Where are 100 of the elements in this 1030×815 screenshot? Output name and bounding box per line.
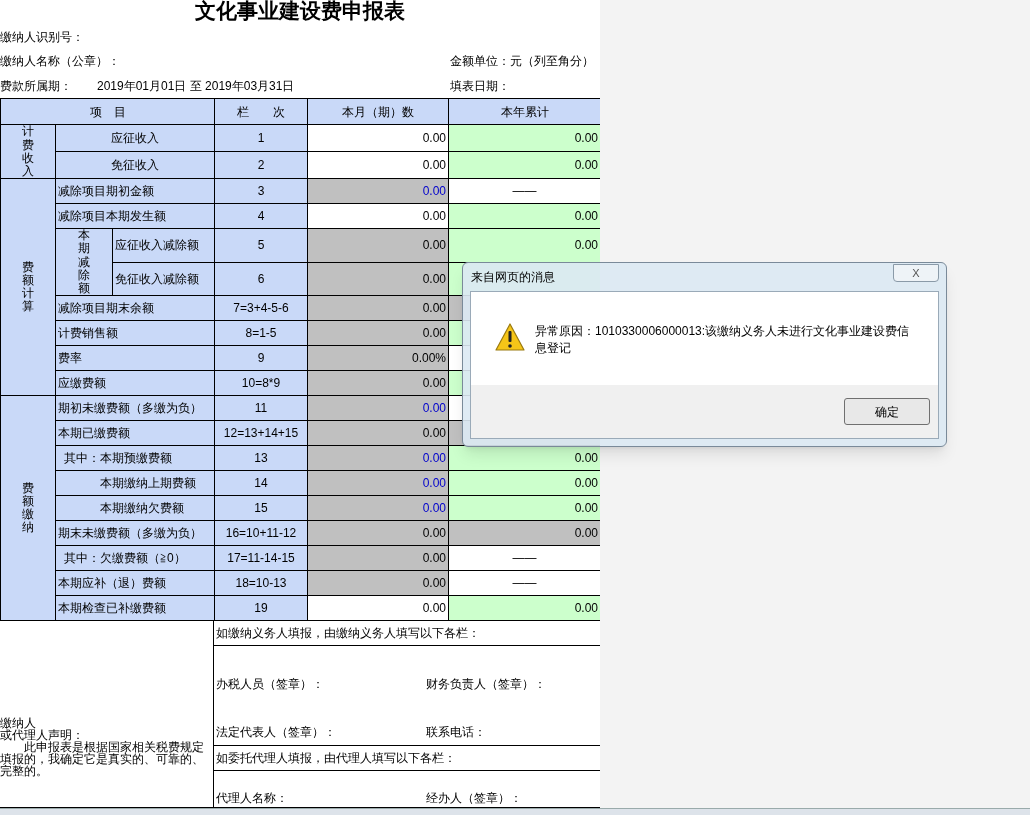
row-label: 期初未缴费额（多缴为负） (55, 395, 215, 421)
field-value: 2019年01月01日 至 2019年03月31日 (97, 79, 295, 94)
table-cell: 7=3+4-5-6 (214, 295, 308, 321)
table-cell: 0.00 (307, 495, 449, 521)
declaration-heading: 缴纳人 (0, 717, 36, 729)
field-label: 填表日期： (450, 79, 510, 94)
row-label: 费率 (55, 345, 215, 371)
row-label: 计费销售额 (55, 320, 215, 346)
warning-icon (495, 323, 525, 351)
column-header: 栏 次 (214, 98, 308, 125)
table-cell: 0.00 (448, 124, 600, 152)
dialog-message: 异常原因：1010330006000013:该缴纳义务人未进行文化事业建设费信息登记 (535, 323, 911, 357)
signature-label: 联系电话： (426, 724, 486, 742)
table-cell: 0.00 (307, 295, 449, 321)
table-cell: 2 (214, 151, 308, 179)
table-cell: 0.00 (307, 570, 449, 596)
row-label: 其中：欠缴费额（≧0） (55, 545, 215, 571)
declaration-heading: 或代理人声明： (0, 729, 84, 741)
table-cell: —— (448, 545, 600, 571)
input-field[interactable]: 0.00 (307, 124, 449, 152)
section-title: 费额计算 (22, 260, 34, 314)
table-cell: 0.00 (448, 495, 600, 521)
row-label: 本期检查已补缴费额 (55, 595, 215, 621)
table-cell: 3 (214, 178, 308, 204)
row-label: 其中：本期预缴费额 (55, 445, 215, 471)
table-cell: 12=13+14+15 (214, 420, 308, 446)
table-cell: 0.00 (448, 470, 600, 496)
table-cell: 0.00 (307, 395, 449, 421)
row-label: 减除项目期末余额 (55, 295, 215, 321)
row-label: 本期应补（退）费额 (55, 570, 215, 596)
input-field[interactable]: 0.00 (307, 203, 449, 229)
row-label: 期末未缴费额（多缴为负） (55, 520, 215, 546)
column-header: 项 目 (0, 98, 215, 125)
field-label: 金额单位：元（列至角分） (450, 54, 594, 69)
input-field[interactable]: 0.00 (307, 595, 449, 621)
table-cell: 9 (214, 345, 308, 371)
table-cell: 5 (214, 228, 308, 263)
table-cell: 0.00 (448, 203, 600, 229)
row-label: 本期缴纳上期费额 (55, 470, 215, 496)
table-cell: —— (448, 570, 600, 596)
table-cell: 1 (214, 124, 308, 152)
table-cell: 0.00 (307, 545, 449, 571)
table-cell: 0.00 (448, 228, 600, 263)
close-button[interactable]: X (893, 264, 939, 282)
table-cell: 19 (214, 595, 308, 621)
table-cell: 0.00 (448, 595, 600, 621)
table-cell: 0.00 (307, 470, 449, 496)
signature-label: 法定代表人（签章）： (216, 724, 337, 742)
section-title: 计费收入 (22, 125, 34, 179)
table-cell: 14 (214, 470, 308, 496)
section-heading: 如缴纳义务人填报，由缴纳义务人填写以下各栏： (214, 621, 600, 647)
table-cell: 0.00 (307, 228, 449, 263)
column-header: 本年累计 (448, 98, 600, 125)
column-header: 本月（期）数 (307, 98, 449, 125)
row-label: 应缴费额 (55, 370, 215, 396)
signature-label: 财务负责人（签章）： (426, 676, 546, 694)
table-cell: 11 (214, 395, 308, 421)
table-cell: 6 (214, 262, 308, 296)
table-cell: 0.00 (307, 420, 449, 446)
dialog-title: 来自网页的消息 (470, 269, 555, 286)
table-cell: 0.00 (307, 320, 449, 346)
table-cell: 17=11-14-15 (214, 545, 308, 571)
declaration-text: 此申报表是根据国家相关税费规定填报的，我确定它是真实的、可靠的、完整的。 (0, 741, 205, 777)
table-cell: 0.00 (307, 520, 449, 546)
row-label: 减除项目本期发生额 (55, 203, 215, 229)
section-heading: 如委托代理人填报，由代理人填写以下各栏： (214, 746, 600, 772)
group-title: 本期减除额 (78, 229, 90, 296)
table-cell: 15 (214, 495, 308, 521)
signature-label: 代理人名称： (216, 790, 289, 807)
table-cell: 0.00 (307, 178, 449, 204)
form-title: 文化事业建设费申报表 (194, 0, 406, 25)
row-label: 免征收入 (55, 151, 215, 179)
table-cell: 0.00% (307, 345, 449, 371)
row-label: 免征收入减除额 (112, 262, 215, 296)
row-label: 本期已缴费额 (55, 420, 215, 446)
ok-button[interactable]: 确定 (844, 398, 930, 425)
table-cell: 4 (214, 203, 308, 229)
table-cell: 0.00 (448, 520, 600, 546)
table-cell: —— (448, 178, 600, 204)
signature-label: 经办人（签章）： (426, 790, 522, 807)
row-label: 减除项目期初金额 (55, 178, 215, 204)
signature-label: 办税人员（签章）： (216, 676, 325, 694)
table-cell: 10=8*9 (214, 370, 308, 396)
table-cell: 18=10-13 (214, 570, 308, 596)
table-cell: 16=10+11-12 (214, 520, 308, 546)
table-cell: 0.00 (448, 445, 600, 471)
table-cell: 13 (214, 445, 308, 471)
table-cell: 0.00 (307, 262, 449, 296)
row-label: 应征收入 (55, 124, 215, 152)
row-label: 本期缴纳欠费额 (55, 495, 215, 521)
field-label: 费款所属期： (0, 78, 73, 96)
field-label: 缴纳人名称（公章）： (0, 53, 120, 71)
table-cell: 8=1-5 (214, 320, 308, 346)
table-cell: 0.00 (307, 445, 449, 471)
table-cell: 0.00 (448, 151, 600, 179)
field-label: 缴纳人识别号： (0, 28, 85, 46)
input-field[interactable]: 0.00 (307, 151, 449, 179)
section-title: 费额缴纳 (22, 481, 34, 535)
row-label: 应征收入减除额 (112, 228, 215, 263)
table-cell: 0.00 (307, 370, 449, 396)
